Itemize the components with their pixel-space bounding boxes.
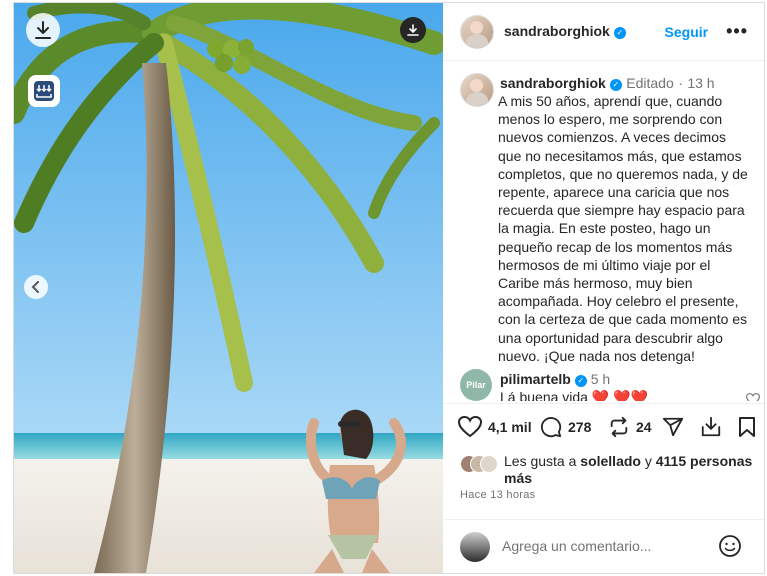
save-download-icon xyxy=(701,416,721,437)
repost-action[interactable]: 24 xyxy=(608,416,652,438)
post-media[interactable] xyxy=(14,3,443,573)
download-button[interactable] xyxy=(26,13,60,47)
save-download-action[interactable] xyxy=(700,416,722,438)
heart-icon xyxy=(745,393,761,401)
bookmark-action[interactable] xyxy=(738,416,756,438)
reposts-count: 24 xyxy=(636,419,652,435)
author-avatar[interactable] xyxy=(460,14,494,49)
like-comment-button[interactable] xyxy=(745,393,761,401)
repost-icon xyxy=(610,416,628,438)
share-action[interactable] xyxy=(662,416,684,438)
caption-username[interactable]: sandraborghiok xyxy=(500,75,606,91)
follow-button[interactable]: Seguir xyxy=(665,24,709,40)
download-dark-icon xyxy=(407,24,419,36)
add-comment-bar: Agrega un comentario... xyxy=(444,519,764,573)
heart-icon xyxy=(458,416,482,438)
liker-avatar xyxy=(480,455,498,473)
previous-slide-button[interactable] xyxy=(24,275,48,299)
commenter-username[interactable]: pilimartelb xyxy=(500,371,571,387)
emoji-icon xyxy=(719,535,741,557)
liker-username[interactable]: solellado xyxy=(580,453,641,469)
meta-separator: · xyxy=(678,75,683,91)
download-icon xyxy=(35,21,51,39)
comment-text: Lá buena vida ❤️ ❤️❤️ xyxy=(500,389,649,401)
comment-icon xyxy=(541,417,562,438)
comment-age: 5 h xyxy=(590,371,611,387)
action-bar: 4,1 mil 278 24 xyxy=(444,403,764,454)
download-all-button[interactable] xyxy=(28,75,60,107)
author-username[interactable]: sandraborghiok xyxy=(504,23,610,39)
verified-icon: ✓ xyxy=(609,79,622,91)
beach-photo xyxy=(14,3,443,573)
more-options-button[interactable]: ••• xyxy=(726,21,748,42)
likes-prefix: Les gusta a xyxy=(504,453,581,469)
share-icon xyxy=(662,417,684,437)
chevron-left-icon xyxy=(31,281,39,293)
post-timestamp[interactable]: Hace 13 horas xyxy=(460,489,535,501)
edited-label: Editado xyxy=(626,75,674,91)
current-user-avatar xyxy=(460,532,490,562)
caption-comments-area: sandraborghiok ✓ Editado · 13 h A mis 50 … xyxy=(444,61,764,401)
comments-count: 278 xyxy=(568,419,592,435)
post-header: sandraborghiok ✓ Seguir ••• xyxy=(444,3,764,61)
post-side-panel: sandraborghiok ✓ Seguir ••• sandraborghio… xyxy=(444,3,764,573)
author-name-block: sandraborghiok ✓ xyxy=(504,23,626,41)
likes-connector: y xyxy=(640,453,656,469)
caption-text: A mis 50 años, aprendí que, cuando menos… xyxy=(498,93,748,364)
post-age[interactable]: 13 h xyxy=(687,75,714,91)
caption-author-avatar[interactable] xyxy=(460,73,494,107)
liker-avatars xyxy=(460,455,504,473)
verified-icon: ✓ xyxy=(613,26,626,39)
download-media-button[interactable] xyxy=(400,17,426,43)
commenter-avatar[interactable]: Pilar xyxy=(460,369,492,401)
post-modal: sandraborghiok ✓ Seguir ••• sandraborghio… xyxy=(13,2,765,574)
verified-icon: ✓ xyxy=(574,375,587,387)
bookmark-icon xyxy=(739,417,755,437)
comment-action[interactable]: 278 xyxy=(540,416,591,438)
download-tray-icon xyxy=(34,81,54,101)
add-comment-input[interactable]: Agrega un comentario... xyxy=(502,538,651,554)
likes-count: 4,1 mil xyxy=(488,419,532,435)
like-action[interactable]: 4,1 mil xyxy=(458,416,532,438)
emoji-button[interactable] xyxy=(718,534,742,563)
